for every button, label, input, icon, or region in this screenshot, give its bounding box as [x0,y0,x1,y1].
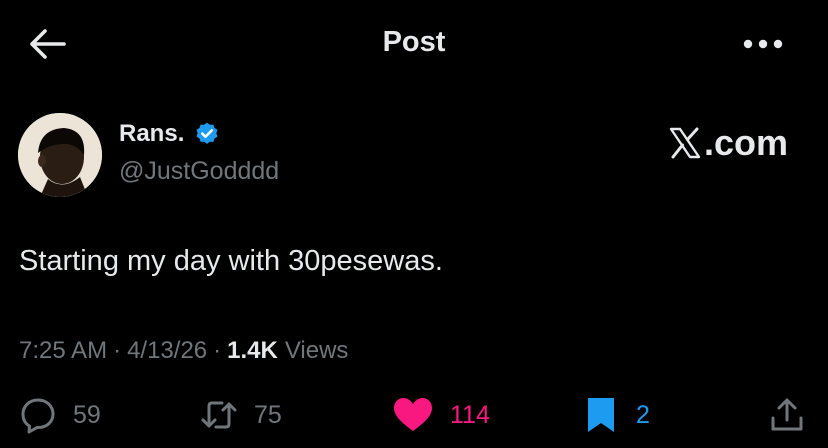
post-date[interactable]: 4/13/26 [127,337,207,365]
views-label: Views [284,337,349,364]
post-page: Post Rans. @JustGodddd .com Starting my … [0,0,828,448]
repost-count: 75 [254,400,282,429]
display-name-text: Rans. [119,120,185,147]
x-logo-icon [669,127,701,159]
repost-icon [201,401,237,429]
page-title: Post [382,26,446,58]
brand-label: .com [704,122,789,163]
top-bar: Post [0,0,828,90]
views-count: 1.4K [227,337,278,364]
bookmark-count: 2 [636,400,650,429]
repost-button[interactable]: 75 [200,396,282,434]
heart-icon [394,398,432,431]
separator-dot: · [213,337,222,364]
post-time[interactable]: 7:25 AM [19,337,107,365]
share-icon [771,398,803,431]
share-button[interactable] [768,396,806,434]
separator-dot: · [113,337,122,364]
reply-icon [21,398,55,434]
more-options-button[interactable] [741,30,785,58]
like-count: 114 [450,400,490,429]
bookmark-icon [588,398,614,432]
more-horizontal-icon [743,39,783,49]
reply-count: 59 [73,400,101,429]
author-handle[interactable]: @JustGodddd [119,157,279,186]
avatar[interactable] [18,113,102,197]
like-button[interactable]: 114 [392,396,490,434]
profile-photo-icon [18,113,102,197]
brand-watermark: .com [668,122,788,164]
verified-badge-icon [196,122,218,144]
reply-button[interactable]: 59 [19,396,101,434]
bookmark-button[interactable]: 2 [582,396,650,434]
post-meta: 7:25 AM · 4/13/26 · 1.4K Views [19,337,348,365]
post-text: Starting my day with 30pesewas. [19,245,443,277]
author-name[interactable]: Rans. [119,120,220,148]
